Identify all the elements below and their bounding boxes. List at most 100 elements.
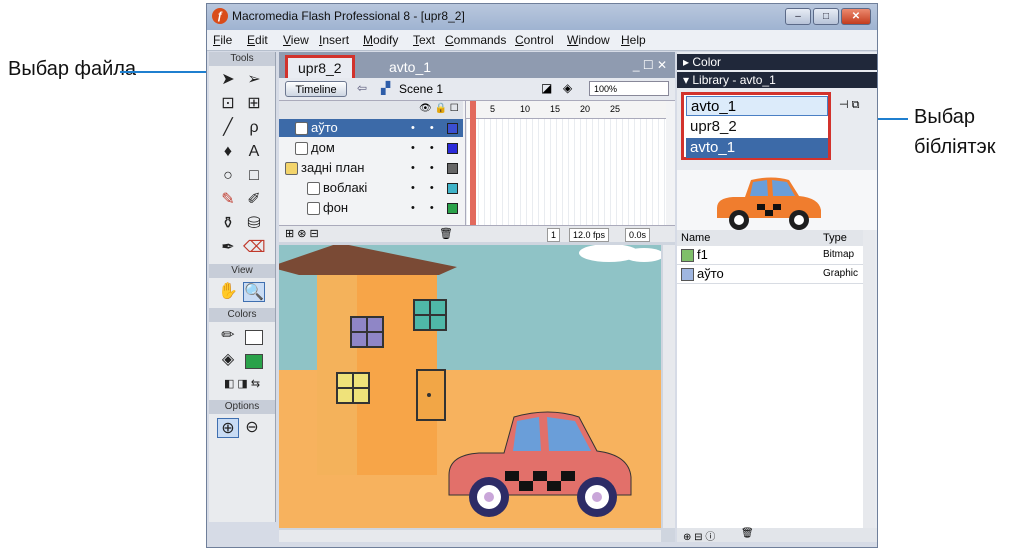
menu-commands[interactable]: Commands — [445, 33, 506, 47]
paint-bucket-tool-icon[interactable]: ⛁ — [243, 214, 265, 234]
stage[interactable] — [279, 245, 661, 528]
library-item-type: Graphic — [823, 268, 859, 279]
edit-scene-icon[interactable]: ◪ — [541, 81, 552, 95]
column-type[interactable]: Type — [823, 230, 847, 246]
stage-horizontal-scrollbar[interactable] — [279, 530, 661, 542]
library-scrollbar[interactable] — [863, 230, 875, 542]
menu-window[interactable]: Window — [567, 33, 610, 47]
menu-file[interactable]: File — [213, 33, 232, 47]
ink-bottle-tool-icon[interactable]: ⚱ — [217, 214, 239, 234]
library-delete-icon[interactable]: 🗑 — [741, 528, 754, 539]
elapsed-time: 0.0s — [625, 228, 651, 242]
library-item[interactable]: аўто Graphic — [677, 265, 873, 284]
subselect-tool-icon[interactable]: ➢ — [243, 70, 265, 90]
arrow-tool-icon[interactable]: ➤ — [217, 70, 239, 90]
flash-logo-icon: ƒ — [212, 8, 228, 24]
callout-library-line2: бібліятэк — [914, 136, 996, 158]
pen-tool-icon[interactable]: ♦ — [217, 142, 239, 162]
close-button[interactable]: ✕ — [841, 8, 871, 25]
folder-icon — [285, 162, 298, 175]
tools-header: Tools — [209, 52, 275, 66]
menu-control[interactable]: Control — [515, 33, 554, 47]
frames-grid[interactable]: 5 10 15 20 25 — [465, 101, 666, 225]
timeline-button[interactable]: Timeline — [285, 81, 347, 97]
layer-visibility-dots[interactable]: • • — [411, 119, 440, 137]
hand-tool-icon[interactable]: ✋ — [217, 282, 239, 302]
brush-tool-icon[interactable]: ✐ — [243, 190, 265, 210]
menu-text[interactable]: Text — [413, 33, 435, 47]
menu-insert[interactable]: Insert — [319, 33, 349, 47]
edit-symbol-icon[interactable]: ◈ — [563, 81, 572, 95]
maximize-button[interactable]: □ — [813, 8, 839, 25]
document-area: upr8_2 avto_1 _ ☐ ✕ Timeline ⇦ ▞ Scene 1… — [279, 52, 675, 542]
layer-visibility-dots[interactable]: • • — [411, 179, 440, 197]
eye-lock-outline-icons[interactable]: 👁 🔒 ☐ — [419, 103, 459, 114]
tab-avto-1[interactable]: avto_1 — [379, 56, 441, 78]
insert-layer-icons[interactable]: ⊞ ⊛ ⊟ — [285, 227, 319, 240]
stroke-color-swatch[interactable] — [245, 330, 263, 345]
menu-help[interactable]: Help — [621, 33, 646, 47]
collapse-arrow-icon: ▾ — [683, 73, 690, 87]
stage-vertical-scrollbar[interactable] — [663, 245, 675, 528]
layer-outline-color[interactable] — [447, 183, 458, 194]
layer-visibility-dots[interactable]: • • — [411, 159, 440, 177]
layer-header: 👁 🔒 ☐ — [279, 101, 463, 120]
fill-color-swatch[interactable] — [245, 354, 263, 369]
zoom-tool-icon[interactable]: 🔍 — [243, 282, 265, 302]
library-panel-header[interactable]: ▾ Library - avto_1 — [677, 72, 877, 88]
fill-transform-tool-icon[interactable]: ⊞ — [243, 94, 265, 114]
layer-icon — [295, 122, 308, 135]
graphic-icon — [681, 268, 694, 281]
lasso-tool-icon[interactable]: ρ — [243, 118, 265, 138]
layer-outline-color[interactable] — [447, 203, 458, 214]
frame-ruler: 5 10 15 20 25 — [466, 101, 666, 119]
layer-row[interactable]: воблакі • • — [279, 179, 463, 197]
minimize-button[interactable]: – — [785, 8, 811, 25]
menu-view[interactable]: View — [283, 33, 309, 47]
delete-layer-icon[interactable]: 🗑 — [439, 227, 453, 240]
library-select-dropdown[interactable]: avto_1 upr8_2 avto_1 — [681, 92, 831, 160]
layer-outline-color[interactable] — [447, 143, 458, 154]
document-window-controls[interactable]: _ ☐ ✕ — [633, 58, 667, 72]
library-option-highlighted[interactable]: avto_1 — [686, 138, 828, 158]
color-panel-header[interactable]: ▸ Color — [677, 54, 877, 70]
column-name[interactable]: Name — [681, 230, 710, 246]
pencil-tool-icon[interactable]: ✎ — [217, 190, 239, 210]
layer-visibility-dots[interactable]: • • — [411, 139, 440, 157]
edit-bar: Timeline ⇦ ▞ Scene 1 ◪ ◈ 100% — [279, 78, 675, 101]
expand-arrow-icon: ▸ — [683, 55, 690, 69]
library-option[interactable]: upr8_2 — [686, 117, 828, 137]
library-item[interactable]: f1 Bitmap — [677, 246, 873, 265]
eyedropper-tool-icon[interactable]: ✒ — [217, 238, 239, 258]
zoom-in-icon[interactable]: ⊕ — [217, 418, 239, 438]
text-tool-icon[interactable]: A — [243, 142, 265, 162]
layer-row[interactable]: задні план • • — [279, 159, 463, 177]
layer-row[interactable]: фон • • — [279, 199, 463, 217]
timeline: 👁 🔒 ☐ аўто • • дом • • задні план • • воблакі •… — [279, 101, 675, 242]
car-preview-icon — [717, 177, 821, 230]
layer-icon — [307, 182, 320, 195]
stroke-color-icon[interactable]: ✏ — [217, 326, 239, 346]
fill-color-icon[interactable]: ◈ — [217, 350, 239, 370]
color-swap-icons[interactable]: ◧ ◨ ⇆ — [215, 374, 269, 394]
layer-row[interactable]: аўто • • — [279, 119, 463, 137]
rectangle-tool-icon[interactable]: □ — [243, 166, 265, 186]
eraser-tool-icon[interactable]: ⌫ — [243, 238, 266, 258]
zoom-select[interactable]: 100% — [589, 81, 669, 96]
layer-row[interactable]: дом • • — [279, 139, 463, 157]
new-symbol-folder-icons[interactable]: ⊕ ⊟ ⓘ — [683, 528, 715, 543]
library-option-current[interactable]: avto_1 — [686, 96, 828, 116]
layer-outline-color[interactable] — [447, 123, 458, 134]
playhead[interactable] — [470, 101, 476, 225]
pin-library-icon[interactable]: ⊣ ⧉ — [839, 98, 860, 112]
line-tool-icon[interactable]: ╱ — [217, 118, 239, 138]
document-tabs: upr8_2 avto_1 _ ☐ ✕ — [279, 52, 675, 81]
free-transform-tool-icon[interactable]: ⊡ — [217, 94, 239, 114]
layer-outline-color[interactable] — [447, 163, 458, 174]
menu-edit[interactable]: Edit — [247, 33, 268, 47]
menu-modify[interactable]: Modify — [363, 33, 398, 47]
layer-visibility-dots[interactable]: • • — [411, 199, 440, 217]
oval-tool-icon[interactable]: ○ — [217, 166, 239, 186]
back-arrow-icon[interactable]: ⇦ — [357, 81, 367, 95]
zoom-out-icon[interactable]: ⊖ — [241, 418, 263, 438]
